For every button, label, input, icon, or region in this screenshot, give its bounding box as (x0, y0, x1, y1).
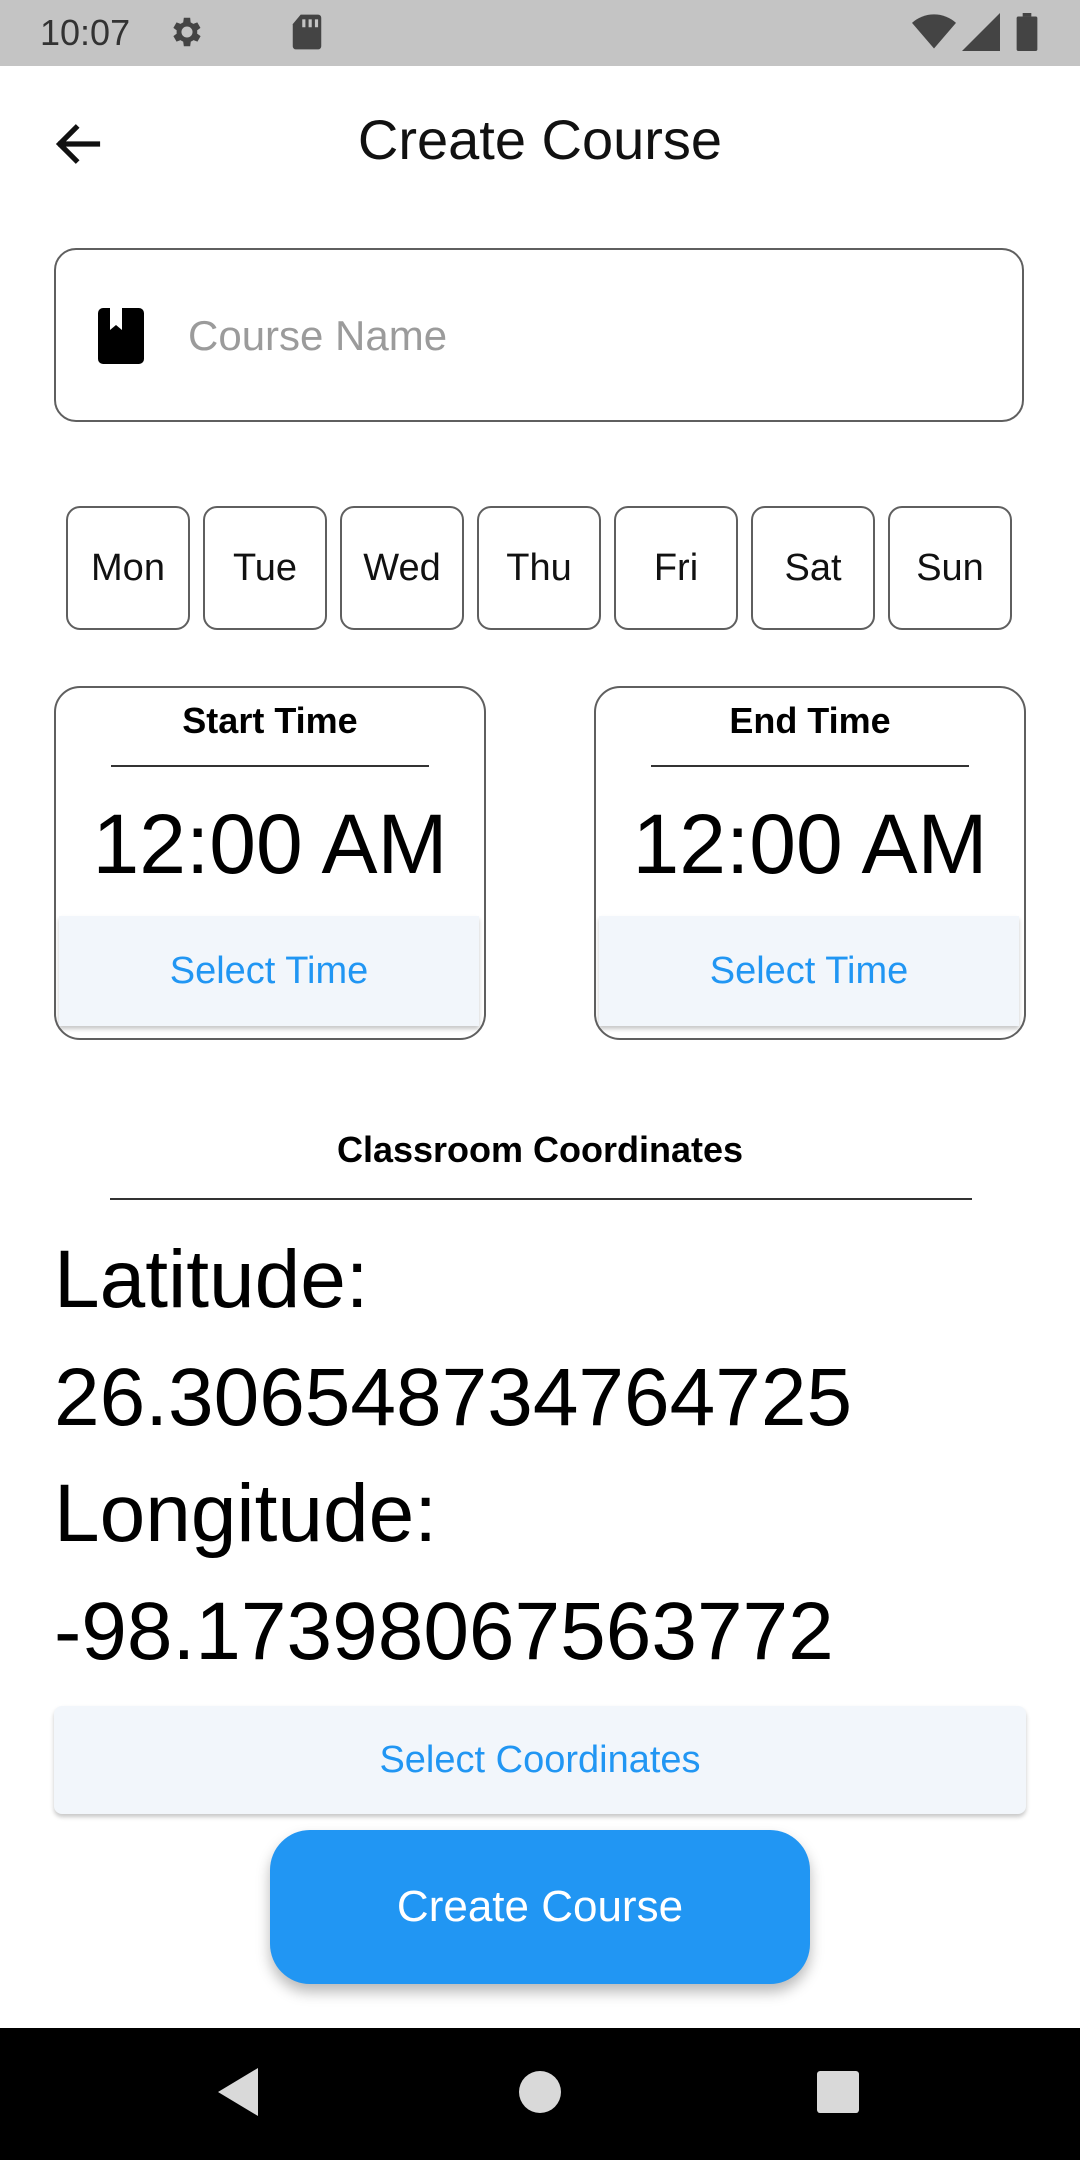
book-icon (98, 308, 144, 369)
day-button-thu[interactable]: Thu (477, 506, 601, 630)
day-button-sun[interactable]: Sun (888, 506, 1012, 630)
day-button-fri[interactable]: Fri (614, 506, 738, 630)
start-select-time-button[interactable]: Select Time (59, 916, 479, 1026)
settings-icon (168, 13, 206, 56)
end-time-label: End Time (729, 700, 891, 741)
longitude-label: Longitude: (54, 1468, 438, 1559)
navigation-bar (0, 2028, 1080, 2160)
sd-card-icon (290, 13, 324, 56)
day-button-tue[interactable]: Tue (203, 506, 327, 630)
end-time-value: 12:00 AM (632, 797, 988, 891)
end-time-divider (651, 765, 969, 767)
nav-back-icon (218, 2067, 262, 2121)
nav-home-icon (519, 2070, 561, 2118)
nav-recents-button[interactable] (778, 2028, 898, 2160)
nav-home-button[interactable] (480, 2028, 600, 2160)
coordinates-title: Classroom Coordinates (336, 1129, 744, 1170)
start-time-value: 12:00 AM (92, 797, 448, 891)
latitude-value: 26.306548734764725 (54, 1352, 853, 1443)
day-button-mon[interactable]: Mon (66, 506, 190, 630)
longitude-value: -98.17398067563772 (54, 1586, 834, 1677)
nav-back-button[interactable] (180, 2028, 300, 2160)
battery-icon (1016, 13, 1038, 56)
start-time-divider (111, 765, 429, 767)
nav-recents-icon (817, 2070, 859, 2118)
select-coordinates-button[interactable]: Select Coordinates (54, 1706, 1026, 1814)
latitude-label: Latitude: (54, 1234, 369, 1325)
end-select-time-button[interactable]: Select Time (599, 916, 1019, 1026)
course-name-input[interactable] (186, 290, 990, 382)
end-time-card: End Time 12:00 AM Select Time (594, 686, 1026, 1040)
status-time: 10:07 (40, 12, 131, 53)
status-bar: 10:07 (0, 0, 1080, 66)
day-selector: Mon Tue Wed Thu Fri Sat Sun (66, 506, 1014, 630)
wifi-icon (912, 13, 956, 56)
start-time-card: Start Time 12:00 AM Select Time (54, 686, 486, 1040)
signal-icon (962, 13, 1000, 56)
page-title: Create Course (357, 108, 723, 171)
coordinates-divider (110, 1198, 972, 1200)
day-button-wed[interactable]: Wed (340, 506, 464, 630)
course-name-field[interactable] (54, 248, 1024, 422)
day-button-sat[interactable]: Sat (751, 506, 875, 630)
start-time-label: Start Time (182, 700, 358, 741)
create-course-button[interactable]: Create Course (270, 1830, 810, 1984)
